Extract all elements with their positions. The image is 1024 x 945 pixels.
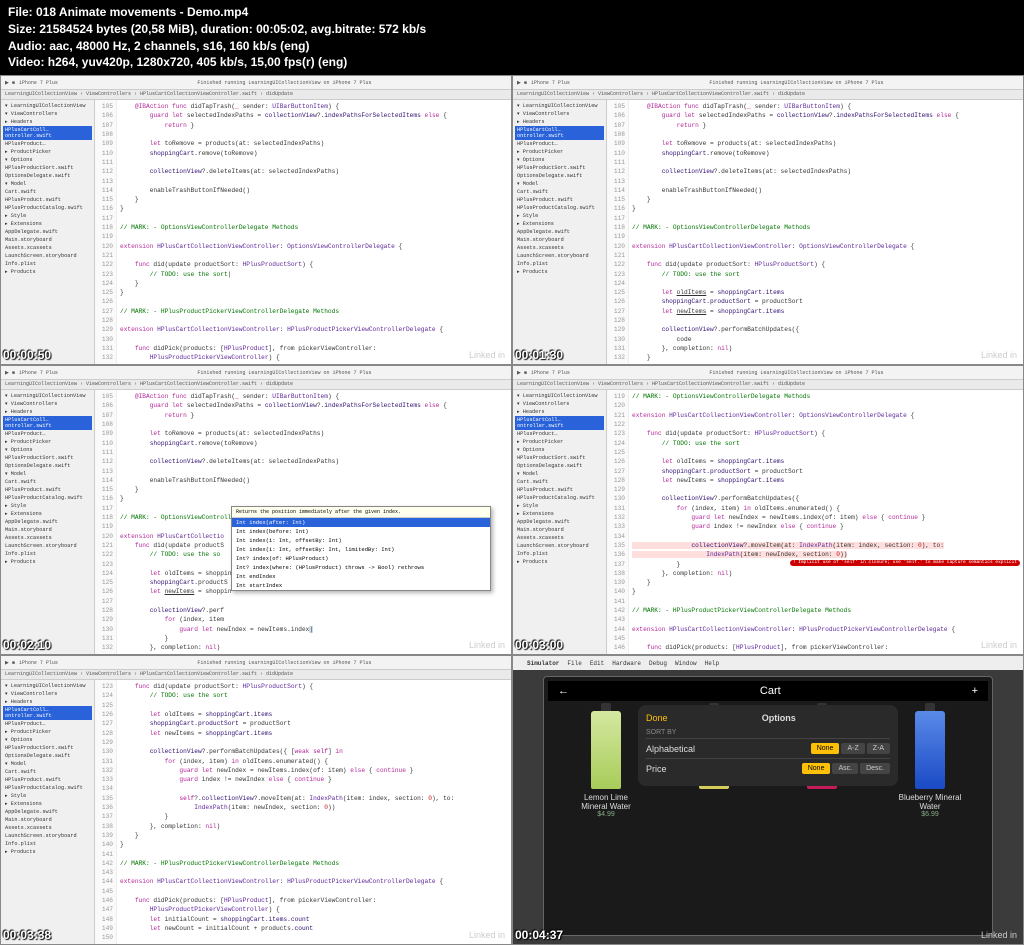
size-line: Size: 21584524 bytes (20,58 MiB), durati…: [8, 21, 1016, 38]
linkedin-watermark: Linked in: [981, 640, 1017, 650]
timestamp: 00:03:38: [3, 928, 51, 942]
autocomplete-item[interactable]: Int? index(where: (HPlusProduct) throws …: [232, 563, 490, 572]
options-sheet: Done Options SORT BY Alphabetical NoneA-…: [638, 705, 898, 786]
sheet-title: Options: [762, 713, 796, 723]
autocomplete-popup[interactable]: Returns the position immediately after t…: [231, 506, 491, 591]
thumbnail-4: ▶ ■ iPhone 7 Plus Finished running Learn…: [512, 365, 1024, 655]
thumbnail-1: ▶ ■ iPhone 7 Plus Finished running Learn…: [0, 75, 512, 365]
file-line: File: 018 Animate movements - Demo.mp4: [8, 4, 1016, 21]
video-line: Video: h264, yuv420p, 1280x720, 405 kb/s…: [8, 54, 1016, 71]
project-navigator[interactable]: ▾ LearningUICollectionView ▾ ViewControl…: [513, 390, 607, 654]
timestamp: 00:04:37: [515, 928, 563, 942]
autocomplete-item[interactable]: Int index(after: Int): [232, 518, 490, 527]
menu-debug[interactable]: Debug: [649, 660, 667, 667]
xcode-toolbar[interactable]: ▶ ■ iPhone 7 Plus Finished running Learn…: [513, 366, 1023, 380]
autocomplete-item[interactable]: Int index(before: Int): [232, 527, 490, 536]
cart-navbar: ← Cart +: [548, 681, 988, 701]
product-cell[interactable]: Blueberry Mineral Water$6.99: [895, 711, 965, 818]
project-navigator[interactable]: ▾ LearningUICollectionView ▾ ViewControl…: [1, 680, 95, 944]
xcode-toolbar[interactable]: ▶ ■ iPhone 7 Plus Finished running Learn…: [1, 76, 511, 90]
sortby-label: SORT BY: [646, 729, 890, 736]
error-badge[interactable]: ! Implicit use of 'self' in closure; use…: [790, 560, 1020, 567]
code-editor[interactable]: 119 120 121 122 123 124 125 126 127 128 …: [607, 390, 1023, 654]
segmented-control[interactable]: NoneAsc.Desc.: [802, 763, 890, 774]
audio-line: Audio: aac, 48000 Hz, 2 channels, s16, 1…: [8, 38, 1016, 55]
autocomplete-item[interactable]: Int startIndex: [232, 581, 490, 590]
autocomplete-tip: Returns the position immediately after t…: [232, 507, 490, 518]
timestamp: 00:02:10: [3, 638, 51, 652]
autocomplete-item[interactable]: Int index(i: Int, offsetBy: Int): [232, 536, 490, 545]
product-cell[interactable]: Lemon Lime Mineral Water$4.99: [571, 711, 641, 818]
linkedin-watermark: Linked in: [469, 640, 505, 650]
media-info-header: File: 018 Animate movements - Demo.mp4 S…: [0, 0, 1024, 75]
project-navigator[interactable]: ▾ LearningUICollectionView ▾ ViewControl…: [1, 390, 95, 654]
autocomplete-item[interactable]: Int index(i: Int, offsetBy: Int, limited…: [232, 545, 490, 554]
thumbnail-grid: ▶ ■ iPhone 7 Plus Finished running Learn…: [0, 75, 1024, 945]
breadcrumb[interactable]: LearningUICollectionView › ViewControlle…: [1, 90, 511, 100]
autocomplete-item[interactable]: Int endIndex: [232, 572, 490, 581]
breadcrumb[interactable]: LearningUICollectionView › ViewControlle…: [1, 670, 511, 680]
timestamp: 00:01:30: [515, 348, 563, 362]
project-navigator[interactable]: ▾ LearningUICollectionView ▾ ViewControl…: [513, 100, 607, 364]
code-editor[interactable]: 123 124 125 126 127 128 129 130 131 132 …: [95, 680, 511, 944]
linkedin-watermark: Linked in: [981, 350, 1017, 360]
iphone-screen: ← Cart + Lemon Lime Mineral Water$4.99 B…: [543, 676, 993, 936]
cart-content: Lemon Lime Mineral Water$4.99 Blueberry …: [548, 701, 988, 828]
menu-hardware[interactable]: Hardware: [612, 660, 641, 667]
project-navigator[interactable]: ▾ LearningUICollectionView ▾ ViewControl…: [1, 100, 95, 364]
linkedin-watermark: Linked in: [981, 930, 1017, 940]
thumbnail-5: ▶ ■ iPhone 7 Plus Finished running Learn…: [0, 655, 512, 945]
code-editor[interactable]: 105 106 107 108 109 110 111 112 113 114 …: [95, 100, 511, 364]
menu-edit[interactable]: Edit: [590, 660, 604, 667]
segmented-control[interactable]: NoneA-ZZ-A: [811, 743, 890, 754]
breadcrumb[interactable]: LearningUICollectionView › ViewControlle…: [513, 90, 1023, 100]
linkedin-watermark: Linked in: [469, 350, 505, 360]
breadcrumb[interactable]: LearningUICollectionView › ViewControlle…: [513, 380, 1023, 390]
done-button[interactable]: Done: [646, 713, 668, 723]
back-button[interactable]: ←: [558, 685, 569, 697]
ios-simulator: Simulator File Edit Hardware Debug Windo…: [513, 656, 1023, 944]
menu-window[interactable]: Window: [675, 660, 697, 667]
xcode-toolbar[interactable]: ▶ ■ iPhone 7 Plus Finished running Learn…: [513, 76, 1023, 90]
add-button[interactable]: +: [972, 685, 978, 697]
menu-simulator[interactable]: Simulator: [527, 660, 559, 667]
breadcrumb[interactable]: LearningUICollectionView › ViewControlle…: [1, 380, 511, 390]
timestamp: 00:03:00: [515, 638, 563, 652]
sort-row-alpha: Alphabetical NoneA-ZZ-A: [646, 738, 890, 758]
menu-help[interactable]: Help: [705, 660, 719, 667]
code-editor[interactable]: 105 106 107 108 109 110 111 112 113 114 …: [607, 100, 1023, 364]
thumbnail-3: ▶ ■ iPhone 7 Plus Finished running Learn…: [0, 365, 512, 655]
code-body[interactable]: @IBAction func didTapTrash(_ sender: UIB…: [117, 100, 511, 364]
sort-row-price: Price NoneAsc.Desc.: [646, 758, 890, 778]
nav-title: Cart: [760, 685, 781, 697]
xcode-toolbar[interactable]: ▶ ■ iPhone 7 Plus Finished running Learn…: [1, 656, 511, 670]
xcode-toolbar[interactable]: ▶ ■ iPhone 7 Plus Finished running Learn…: [1, 366, 511, 380]
menu-file[interactable]: File: [567, 660, 581, 667]
timestamp: 00:00:50: [3, 348, 51, 362]
thumbnail-2: ▶ ■ iPhone 7 Plus Finished running Learn…: [512, 75, 1024, 365]
simulator-menubar[interactable]: Simulator File Edit Hardware Debug Windo…: [513, 656, 1023, 670]
thumbnail-6: Simulator File Edit Hardware Debug Windo…: [512, 655, 1024, 945]
line-gutter: 105 106 107 108 109 110 111 112 113 114 …: [95, 100, 117, 364]
linkedin-watermark: Linked in: [469, 930, 505, 940]
autocomplete-item[interactable]: Int? index(of: HPlusProduct): [232, 554, 490, 563]
